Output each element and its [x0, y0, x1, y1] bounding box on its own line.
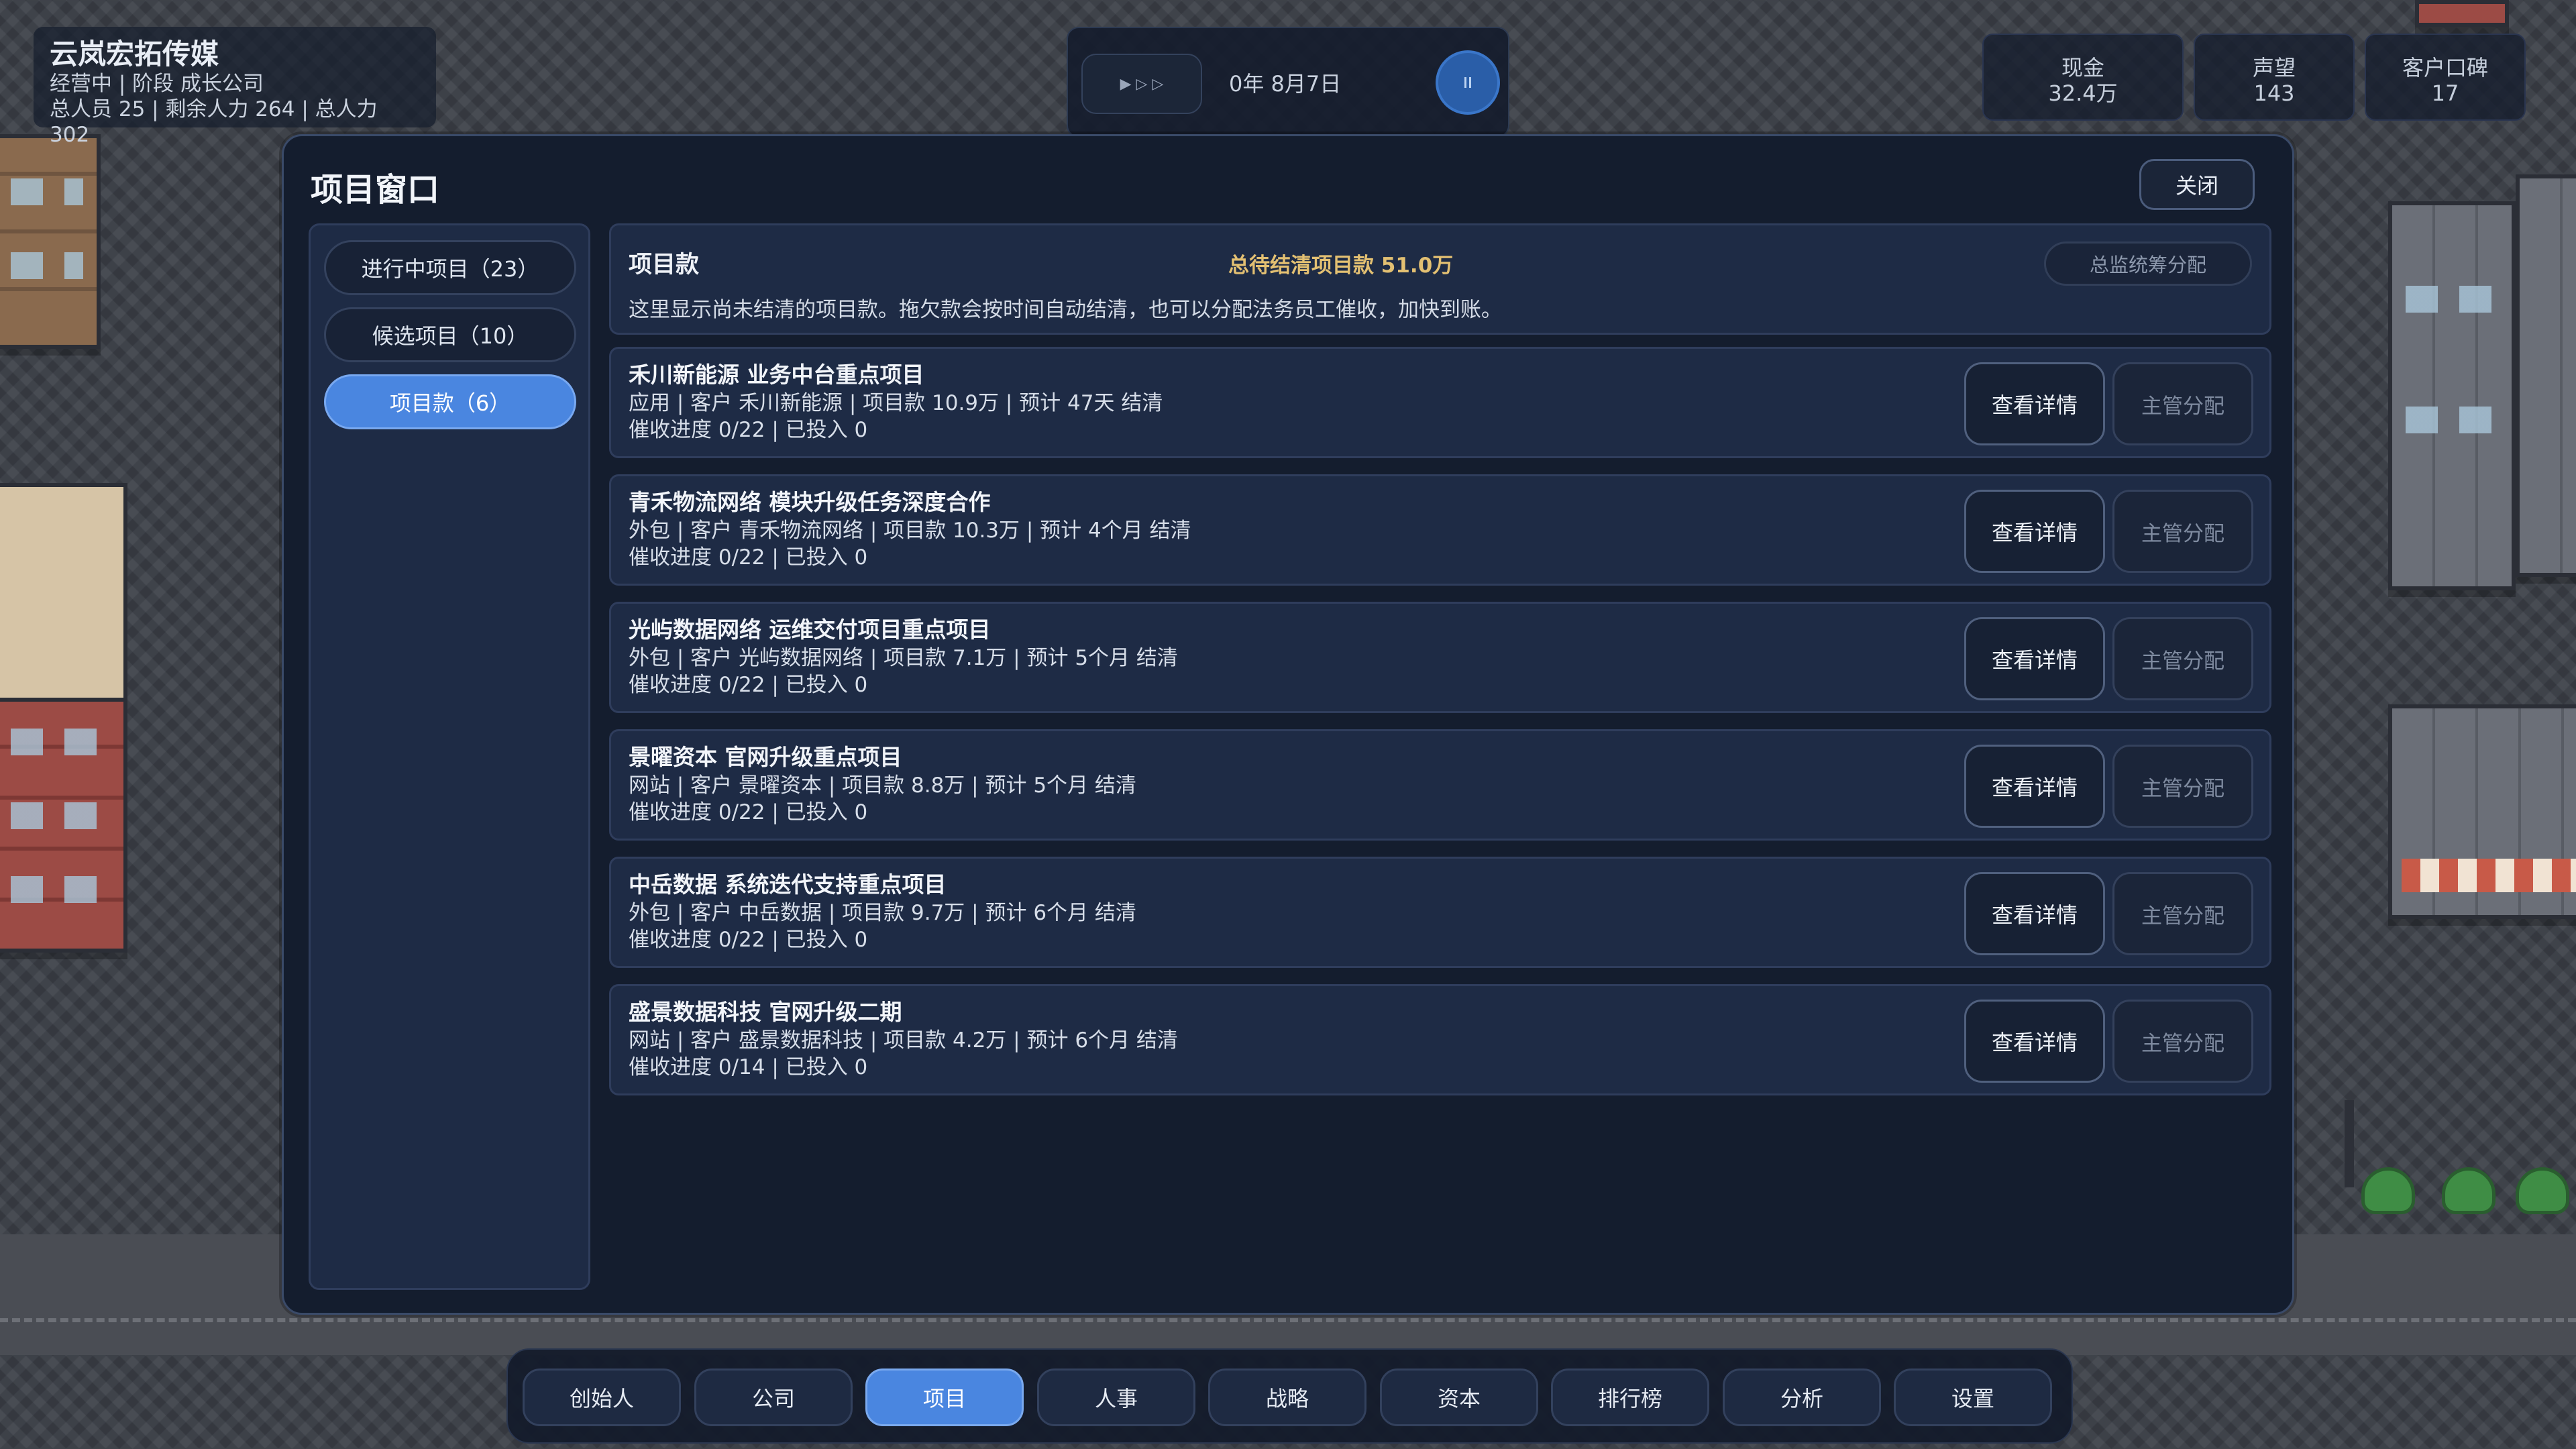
time-control-panel: ▶ ▷ ▷ 0年 8月7日: [1067, 27, 1509, 138]
collection-progress: 催收进度 0/22 | 已投入 0: [629, 673, 868, 697]
stat-value: 32.4万: [2048, 80, 2118, 106]
view-details-button[interactable]: 查看详情: [1964, 872, 2105, 955]
project-meta: 网站 | 客户 景曜资本 | 项目款 8.8万 | 预计 5个月 结清: [629, 773, 1136, 798]
pause-icon: [1464, 77, 1471, 88]
building: [2388, 201, 2516, 590]
game-speed-button[interactable]: ▶ ▷ ▷: [1081, 54, 1202, 114]
summary-description: 这里显示尚未结清的项目款。拖欠款会按时间自动结清，也可以分配法务员工催收，加快到…: [629, 298, 1502, 322]
view-details-button[interactable]: 查看详情: [1964, 362, 2105, 445]
collection-progress: 催收进度 0/22 | 已投入 0: [629, 800, 868, 824]
nav-leaderboard[interactable]: 排行榜: [1551, 1368, 1709, 1426]
summary-title: 项目款: [629, 252, 700, 278]
manager-assign-button[interactable]: 主管分配: [2112, 490, 2253, 573]
tree: [2361, 1167, 2415, 1214]
collection-progress: 催收进度 0/22 | 已投入 0: [629, 418, 868, 442]
project-window: 项目窗口 关闭 进行中项目（23） 候选项目（10） 项目款（6） 项目款 总待…: [282, 134, 2294, 1315]
project-meta: 应用 | 客户 禾川新能源 | 项目款 10.9万 | 预计 47天 结清: [629, 391, 1163, 415]
project-title: 光屿数据网络 运维交付项目重点项目: [629, 616, 991, 643]
stat-value: 143: [2253, 80, 2295, 106]
stat-value: 17: [2431, 80, 2459, 106]
building: [0, 134, 101, 349]
payment-card: 青禾物流网络 模块升级任务深度合作 外包 | 客户 青禾物流网络 | 项目款 1…: [609, 474, 2271, 586]
project-title: 青禾物流网络 模块升级任务深度合作: [629, 489, 991, 515]
building: [0, 698, 127, 953]
project-meta: 外包 | 客户 青禾物流网络 | 项目款 10.3万 | 预计 4个月 结清: [629, 519, 1191, 543]
project-meta: 外包 | 客户 中岳数据 | 项目款 9.7万 | 预计 6个月 结清: [629, 901, 1136, 925]
director-assign-button[interactable]: 总监统筹分配: [2044, 241, 2252, 286]
summary-total: 总待结清项目款 51.0万: [1228, 254, 1454, 278]
shop-awning: [2402, 859, 2576, 892]
view-details-button[interactable]: 查看详情: [1964, 617, 2105, 700]
tree: [2442, 1167, 2496, 1214]
nav-personnel[interactable]: 人事: [1037, 1368, 1195, 1426]
company-status: 经营中 | 阶段 成长公司: [50, 72, 264, 96]
nav-settings[interactable]: 设置: [1894, 1368, 2052, 1426]
view-details-button[interactable]: 查看详情: [1964, 1000, 2105, 1083]
building: [2516, 174, 2576, 577]
project-meta: 外包 | 客户 光屿数据网络 | 项目款 7.1万 | 预计 5个月 结清: [629, 646, 1178, 670]
nav-projects[interactable]: 项目: [865, 1368, 1024, 1426]
tab-ongoing-projects[interactable]: 进行中项目（23）: [324, 240, 576, 295]
game-date: 0年 8月7日: [1229, 71, 1342, 97]
stat-cash: 现金 32.4万: [1982, 34, 2184, 121]
collection-progress: 催收进度 0/22 | 已投入 0: [629, 545, 868, 570]
close-button[interactable]: 关闭: [2139, 159, 2255, 210]
building: [0, 483, 127, 704]
stat-label: 客户口碑: [2402, 55, 2488, 80]
payment-card: 禾川新能源 业务中台重点项目 应用 | 客户 禾川新能源 | 项目款 10.9万…: [609, 347, 2271, 458]
company-info-panel: 云岚宏拓传媒 经营中 | 阶段 成长公司 总人员 25 | 剩余人力 264 |…: [34, 27, 436, 147]
payments-summary: 项目款 总待结清项目款 51.0万 这里显示尚未结清的项目款。拖欠款会按时间自动…: [609, 223, 2271, 335]
stat-reputation: 声望 143: [2194, 34, 2355, 121]
tab-project-payments[interactable]: 项目款（6）: [324, 374, 576, 429]
street-lamp: [2345, 1100, 2354, 1187]
pause-button[interactable]: [1436, 50, 1500, 115]
bottom-nav: 创始人 公司 项目 人事 战略 资本 排行榜 分析 设置: [506, 1348, 2073, 1444]
view-details-button[interactable]: 查看详情: [1964, 490, 2105, 573]
stat-label: 声望: [2252, 55, 2296, 80]
payment-card: 盛景数据科技 官网升级二期 网站 | 客户 盛景数据科技 | 项目款 4.2万 …: [609, 984, 2271, 1095]
tree: [2516, 1167, 2569, 1214]
window-title: 项目窗口: [311, 171, 440, 209]
play-speed-icon: ▶ ▷ ▷: [1120, 75, 1164, 93]
project-tabs-sidebar: 进行中项目（23） 候选项目（10） 项目款（6）: [309, 223, 590, 1290]
company-name: 云岚宏拓传媒: [50, 38, 219, 70]
nav-analysis[interactable]: 分析: [1723, 1368, 1881, 1426]
manager-assign-button[interactable]: 主管分配: [2112, 362, 2253, 445]
project-title: 景曜资本 官网升级重点项目: [629, 744, 902, 770]
manager-assign-button[interactable]: 主管分配: [2112, 617, 2253, 700]
payment-card: 景曜资本 官网升级重点项目 网站 | 客户 景曜资本 | 项目款 8.8万 | …: [609, 729, 2271, 841]
street-marking: [0, 1318, 2576, 1322]
manager-assign-button[interactable]: 主管分配: [2112, 1000, 2253, 1083]
stat-label: 现金: [2061, 55, 2104, 80]
manager-assign-button[interactable]: 主管分配: [2112, 745, 2253, 828]
collection-progress: 催收进度 0/22 | 已投入 0: [629, 928, 868, 952]
project-meta: 网站 | 客户 盛景数据科技 | 项目款 4.2万 | 预计 6个月 结清: [629, 1028, 1178, 1053]
nav-company[interactable]: 公司: [694, 1368, 853, 1426]
nav-founder[interactable]: 创始人: [523, 1368, 681, 1426]
collection-progress: 催收进度 0/14 | 已投入 0: [629, 1055, 868, 1079]
building: [2415, 0, 2509, 27]
project-title: 禾川新能源 业务中台重点项目: [629, 362, 924, 388]
tab-candidate-projects[interactable]: 候选项目（10）: [324, 307, 576, 362]
nav-strategy[interactable]: 战略: [1208, 1368, 1366, 1426]
payment-card: 中岳数据 系统迭代支持重点项目 外包 | 客户 中岳数据 | 项目款 9.7万 …: [609, 857, 2271, 968]
stat-client-rating: 客户口碑 17: [2365, 34, 2526, 121]
view-details-button[interactable]: 查看详情: [1964, 745, 2105, 828]
project-title: 盛景数据科技 官网升级二期: [629, 999, 902, 1025]
manager-assign-button[interactable]: 主管分配: [2112, 872, 2253, 955]
project-title: 中岳数据 系统迭代支持重点项目: [629, 871, 947, 898]
payment-card: 光屿数据网络 运维交付项目重点项目 外包 | 客户 光屿数据网络 | 项目款 7…: [609, 602, 2271, 713]
nav-capital[interactable]: 资本: [1380, 1368, 1538, 1426]
